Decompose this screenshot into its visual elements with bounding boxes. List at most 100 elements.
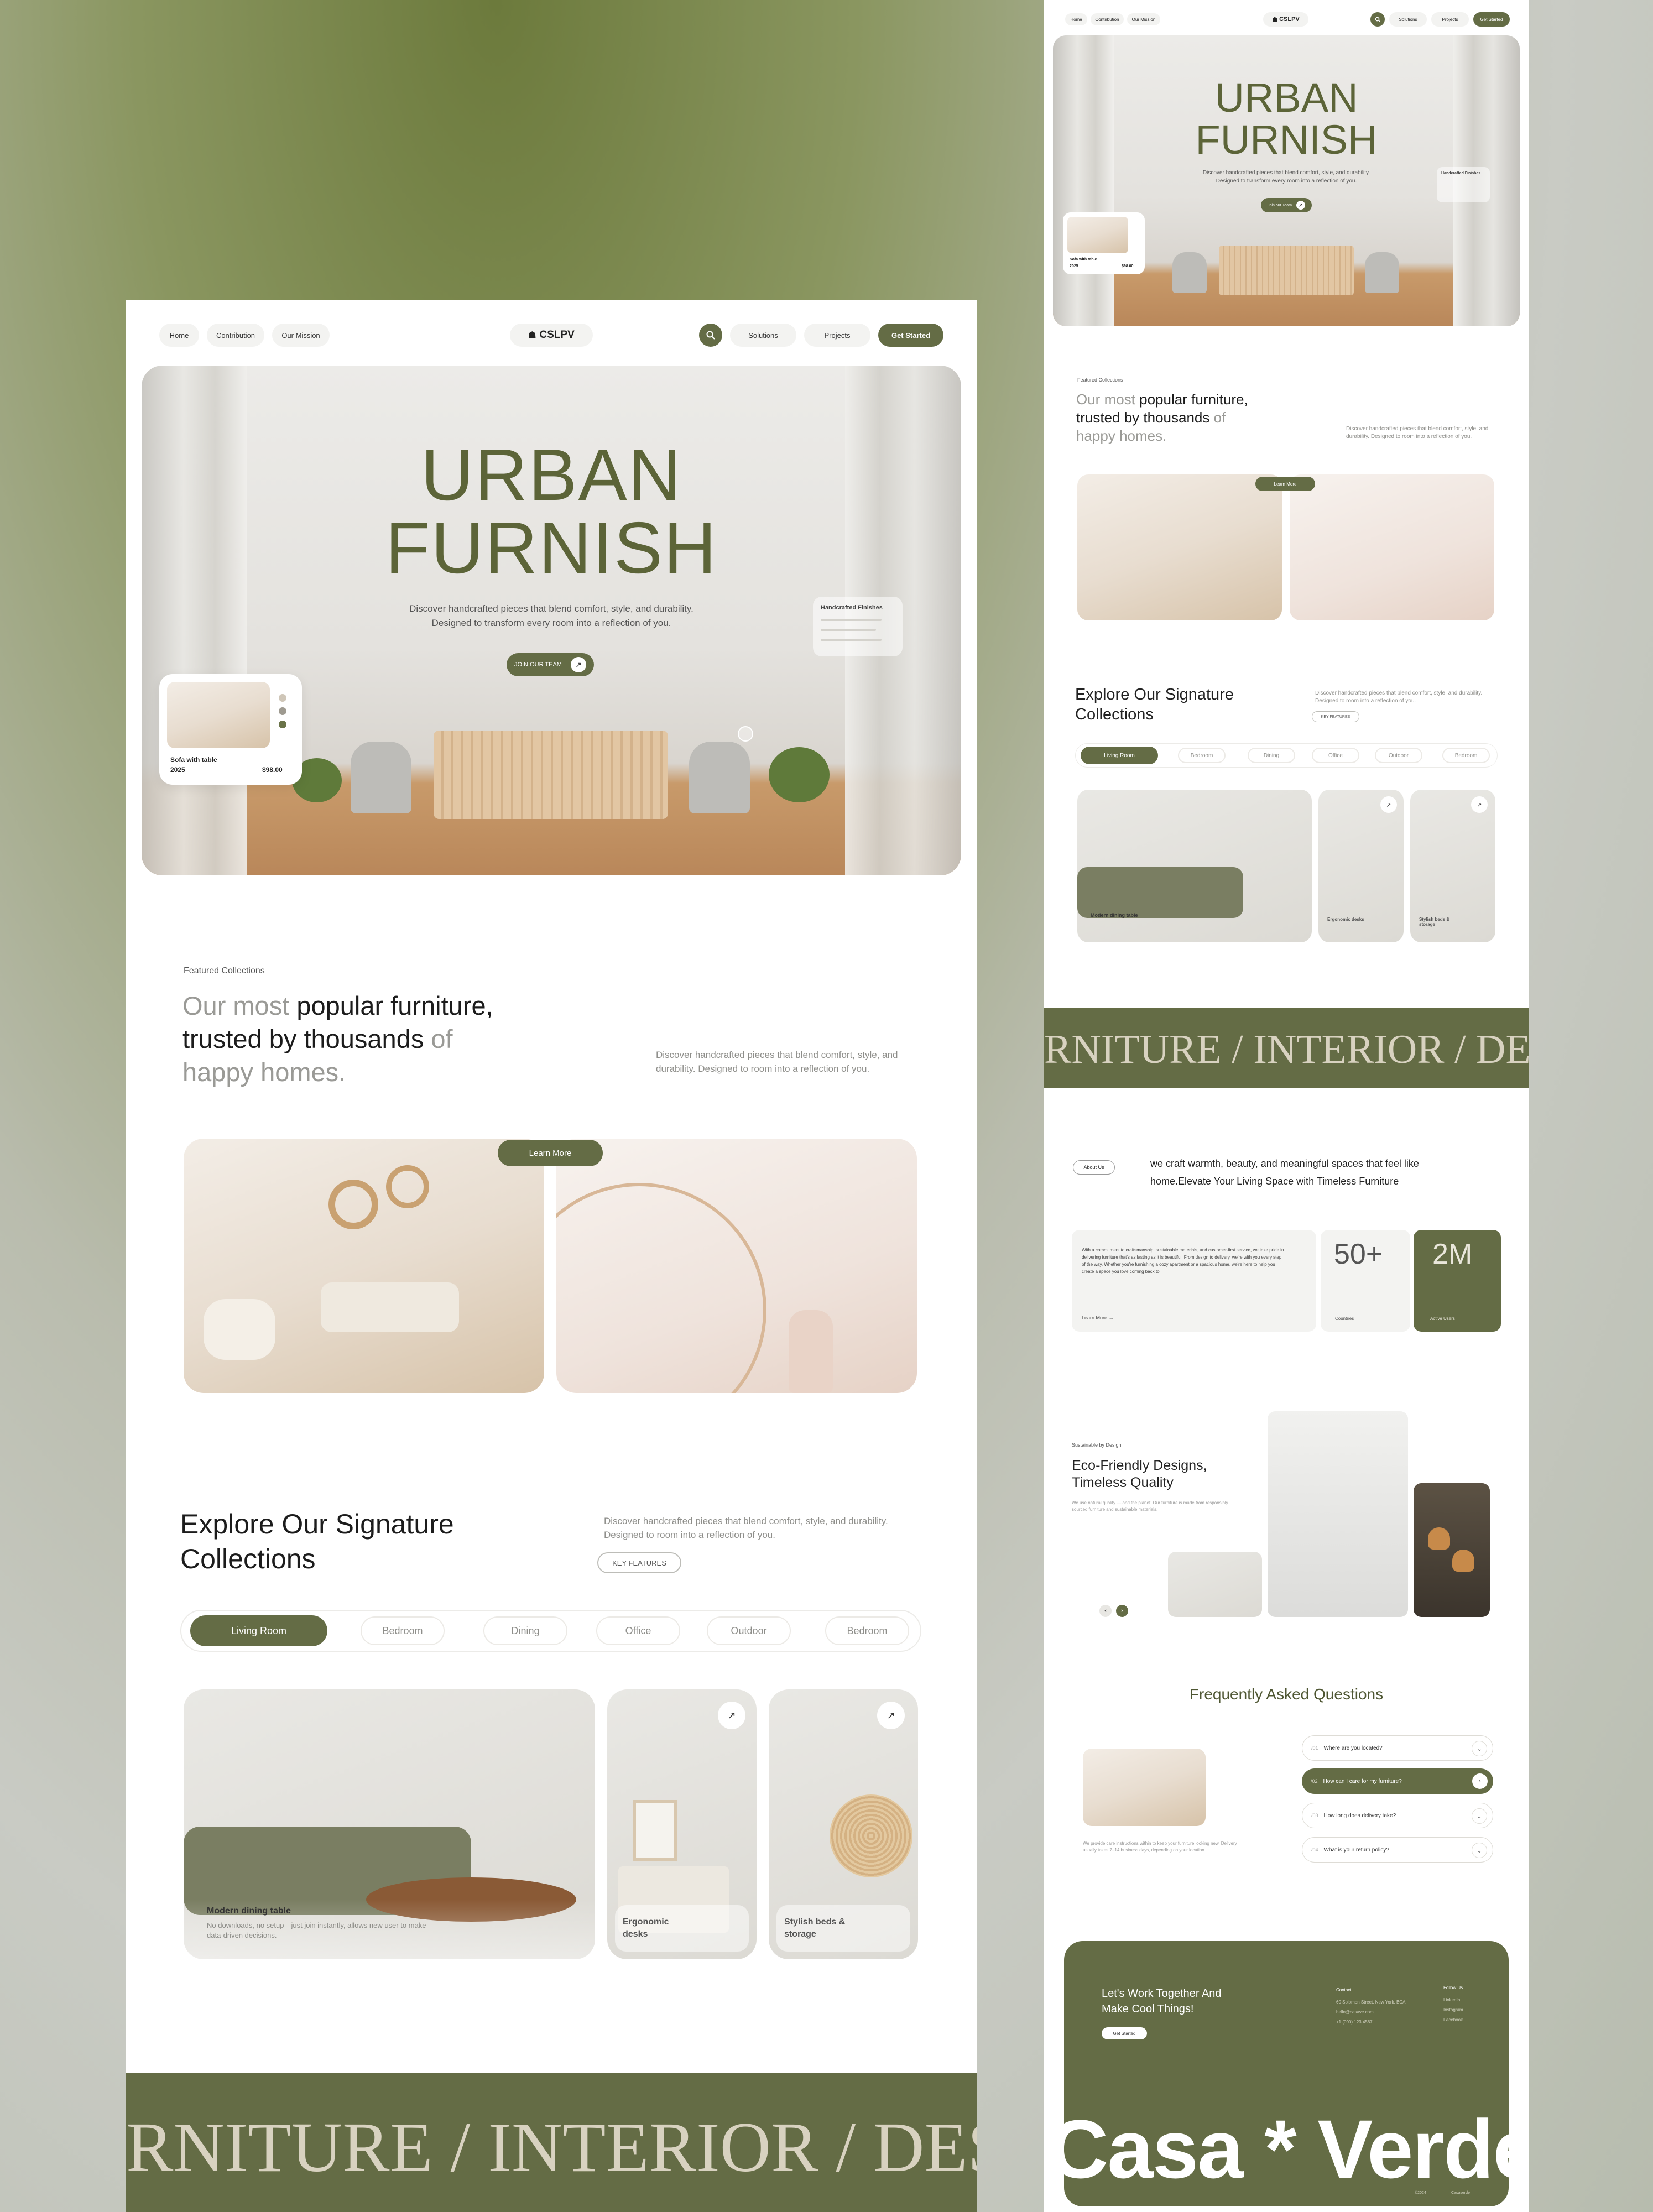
nav-solutions[interactable]: Solutions: [1389, 12, 1427, 27]
collections-title-line1: Explore Our Signature: [180, 1509, 454, 1540]
featured-learn-more-button[interactable]: Learn More: [1255, 477, 1315, 491]
tab-office[interactable]: Office: [1312, 748, 1359, 763]
brand-logo[interactable]: ☗ CSLPV: [510, 324, 593, 347]
collection-card-ergonomic-desks[interactable]: ↗ Ergonomic desks: [607, 1689, 757, 1959]
eco-image-pendant: [1414, 1483, 1490, 1617]
featured-heading-line1: Our most popular furniture,: [182, 989, 493, 1022]
tab-bedroom[interactable]: Bedroom: [1178, 748, 1226, 763]
nav-our-mission[interactable]: Our Mission: [1127, 13, 1160, 25]
product-thumb: [167, 682, 270, 748]
plant-right: [769, 747, 830, 802]
arrow-up-right-icon: ↗: [727, 1709, 736, 1721]
stat-users-card: 2M Active Users: [1414, 1230, 1501, 1332]
footer-contact-3[interactable]: +1 (000) 123 4567: [1336, 2020, 1373, 2025]
featured-heading: Our most popular furniture, trusted by t…: [1076, 390, 1248, 445]
round-mirror: [556, 1183, 766, 1393]
stat-countries-label: Countries: [1335, 1316, 1354, 1321]
tab-living-room[interactable]: Living Room: [190, 1615, 327, 1646]
hero-title-line1: URBAN: [420, 434, 682, 515]
collection-card-beds-storage[interactable]: ↗ Stylish beds & storage: [1410, 790, 1495, 942]
search-icon: [1375, 17, 1380, 22]
footer-rights: Casaverde: [1451, 2191, 1470, 2195]
color-swatch-2[interactable]: [279, 707, 286, 715]
footer-get-started-button[interactable]: Get Started: [1102, 2027, 1147, 2039]
collection-card-dining-table[interactable]: Modern dining table No downloads, no set…: [184, 1689, 595, 1959]
collection-card-ergonomic-desks[interactable]: ↗ Ergonomic desks: [1318, 790, 1404, 942]
featured-learn-more-button[interactable]: Learn More: [498, 1140, 603, 1166]
footer-contact-2[interactable]: hello@casave.com: [1336, 2010, 1374, 2015]
collection-card-dining-table[interactable]: Modern dining table: [1077, 790, 1312, 942]
finish-line-1: [821, 619, 882, 621]
slider-prev-button[interactable]: ‹: [1099, 1605, 1112, 1617]
slider-next-button[interactable]: ›: [1116, 1605, 1128, 1617]
lamp-icon: ☗: [528, 331, 536, 340]
nav-home[interactable]: Home: [159, 324, 199, 347]
get-started-button[interactable]: Get Started: [878, 324, 943, 347]
hotspot-marker[interactable]: [738, 726, 753, 742]
footer-contact-1[interactable]: 60 Solomon Street, New York, BCA: [1336, 2000, 1405, 2005]
brand-logo[interactable]: ☗ CSLPV: [1263, 12, 1308, 27]
lamp-icon: ☗: [1272, 16, 1278, 23]
faq-question-4: What is your return policy?: [1323, 1846, 1389, 1853]
search-button[interactable]: [699, 324, 722, 347]
collection-card-beds-storage[interactable]: ↗ Stylish beds & storage: [769, 1689, 918, 1959]
color-swatch-1[interactable]: [279, 694, 286, 702]
footer-contact-title: Contact: [1336, 1987, 1352, 1992]
nav-projects[interactable]: Projects: [1431, 12, 1469, 27]
marquee-text: RNITURE / INTERIOR / DESIG: [1044, 1027, 1529, 1072]
key-features-badge[interactable]: KEY FEATURES: [1312, 711, 1359, 722]
nav-projects[interactable]: Projects: [804, 324, 870, 347]
nav-home[interactable]: Home: [1065, 13, 1087, 25]
tab-outdoor[interactable]: Outdoor: [1375, 748, 1422, 763]
open-card-button-desks[interactable]: ↗: [718, 1702, 745, 1729]
get-started-button[interactable]: Get Started: [1473, 12, 1510, 27]
right-page: Home Contribution Our Mission ☗ CSLPV Sol…: [1044, 0, 1529, 2212]
marquee-band: RNITURE / INTERIOR / DESIG: [126, 2073, 977, 2212]
card-title-beds-storage: Stylish beds & storage: [784, 1917, 846, 1939]
collections-title-line2: Collections: [1075, 706, 1154, 723]
tab-bedroom[interactable]: Bedroom: [361, 1616, 445, 1645]
tab-outdoor[interactable]: Outdoor: [707, 1616, 791, 1645]
open-card-button-beds[interactable]: ↗: [1471, 796, 1488, 813]
featured-desc-line1: Discover handcrafted pieces that blend c…: [656, 1050, 898, 1060]
featured-kicker: Featured Collections: [184, 966, 265, 975]
key-features-badge[interactable]: KEY FEATURES: [597, 1552, 681, 1573]
open-card-button-desks[interactable]: ↗: [1380, 796, 1397, 813]
product-name: Sofa with table: [1070, 258, 1097, 262]
featured-image-pampas: [556, 1139, 917, 1393]
faq-item-4[interactable]: /04 What is your return policy? ⌄: [1302, 1837, 1493, 1863]
product-card[interactable]: Sofa with table 2025 $98.00: [1063, 212, 1145, 274]
featured-desc-line2: durability. Designed to room into a refl…: [1346, 434, 1472, 440]
about-badge[interactable]: About Us: [1073, 1160, 1115, 1175]
join-team-button[interactable]: JOIN OUR TEAM ↗: [507, 653, 594, 676]
chevron-down-icon: ⌄: [1472, 1843, 1487, 1858]
join-team-button[interactable]: Join our Team ↗: [1261, 198, 1312, 212]
nav-contribution[interactable]: Contribution: [207, 324, 264, 347]
about-learn-more-link[interactable]: Learn More →: [1082, 1315, 1114, 1321]
tab-bedroom-2[interactable]: Bedroom: [825, 1616, 909, 1645]
color-swatch-3[interactable]: [279, 721, 286, 728]
footer-link-facebook[interactable]: Facebook: [1443, 2017, 1463, 2022]
open-card-button-beds[interactable]: ↗: [877, 1702, 905, 1729]
footer-link-instagram[interactable]: Instagram: [1443, 2007, 1463, 2012]
nav-our-mission[interactable]: Our Mission: [272, 324, 330, 347]
product-card[interactable]: Sofa with table 2025 $98.00: [159, 674, 302, 785]
tab-living-room[interactable]: Living Room: [1081, 747, 1158, 764]
card-title-beds-storage: Stylish beds & storage: [1419, 917, 1450, 927]
nav-solutions[interactable]: Solutions: [730, 324, 796, 347]
nav-contribution[interactable]: Contribution: [1091, 13, 1124, 25]
faq-item-3[interactable]: /03 How long does delivery take? ⌄: [1302, 1803, 1493, 1828]
tab-dining[interactable]: Dining: [483, 1616, 567, 1645]
finishes-card: Handcrafted Finishes: [1437, 167, 1490, 202]
finish-line-3: [821, 639, 882, 641]
footer-link-linkedin[interactable]: LinkedIn: [1443, 1997, 1460, 2002]
tab-office[interactable]: Office: [596, 1616, 680, 1645]
faq-item-2[interactable]: /02 How can I care for my furniture? ›: [1302, 1768, 1493, 1794]
tab-bedroom-2[interactable]: Bedroom: [1442, 748, 1490, 763]
product-price: $98.00: [1122, 264, 1134, 268]
faq-question-2: How can I care for my furniture?: [1323, 1778, 1402, 1785]
search-button[interactable]: [1370, 12, 1385, 27]
faq-item-1[interactable]: /01 Where are you located? ⌄: [1302, 1735, 1493, 1761]
collections-title-line1: Explore Our Signature: [1075, 686, 1234, 703]
tab-dining[interactable]: Dining: [1248, 748, 1295, 763]
